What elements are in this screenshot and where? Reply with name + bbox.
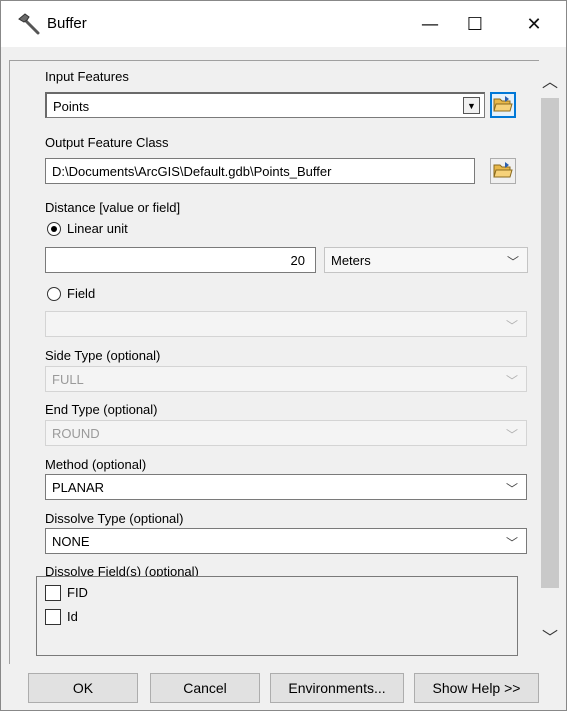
environments-button[interactable]: Environments...	[270, 673, 404, 703]
field-radio[interactable]	[47, 287, 61, 301]
id-checkbox[interactable]	[45, 609, 61, 625]
input-features-value: Points	[53, 99, 90, 114]
dissolve-fields-list[interactable]: FID Id	[36, 576, 518, 656]
scroll-down-button[interactable]: ﹀	[539, 624, 561, 647]
method-label: Method (optional)	[45, 457, 147, 472]
vertical-scrollbar[interactable]: ︿ ﹀	[539, 60, 561, 650]
field-radio-label: Field	[67, 286, 96, 301]
output-feature-class-value: D:\Documents\ArcGIS\Default.gdb\Points_B…	[52, 164, 332, 179]
side-type-value: FULL	[52, 372, 84, 387]
title-bar[interactable]: Buffer — ☐ ✕	[1, 1, 566, 47]
side-type-select[interactable]: FULL ﹀	[45, 366, 527, 392]
chevron-down-icon: ﹀	[505, 536, 518, 550]
minimize-button[interactable]: —	[407, 1, 453, 47]
maximize-button[interactable]: ☐	[452, 1, 498, 47]
chevron-down-icon: ﹀	[541, 628, 558, 647]
input-features-browse-button[interactable]	[490, 92, 516, 118]
linear-unit-value: Meters	[331, 253, 371, 268]
end-type-value: ROUND	[52, 426, 100, 441]
method-select[interactable]: PLANAR ﹀	[45, 474, 527, 500]
output-feature-class-label: Output Feature Class	[45, 135, 169, 150]
chevron-down-icon: ﹀	[505, 428, 518, 442]
end-type-select[interactable]: ROUND ﹀	[45, 420, 527, 446]
distance-label: Distance [value or field]	[45, 200, 181, 215]
linear-unit-select[interactable]: Meters ﹀	[324, 247, 528, 273]
dissolve-type-label: Dissolve Type (optional)	[45, 511, 184, 526]
distance-value: 20	[290, 253, 305, 268]
dissolve-type-value: NONE	[52, 534, 90, 549]
linear-unit-label: Linear unit	[67, 221, 128, 236]
fid-checkbox[interactable]	[45, 585, 61, 601]
chevron-down-icon: ﹀	[506, 255, 519, 269]
chevron-down-icon: ﹀	[505, 374, 518, 388]
output-feature-class-browse-button[interactable]	[490, 158, 516, 184]
scroll-up-button[interactable]: ︿	[539, 68, 561, 91]
input-features-dropdown-button[interactable]: ▼	[463, 97, 480, 114]
output-feature-class-input[interactable]: D:\Documents\ArcGIS\Default.gdb\Points_B…	[45, 158, 475, 184]
input-features-combo[interactable]: Points ▼	[45, 92, 485, 118]
method-value: PLANAR	[52, 480, 105, 495]
folder-open-icon	[493, 95, 513, 116]
cancel-button[interactable]: Cancel	[150, 673, 260, 703]
buffer-dialog: Buffer — ☐ ✕ Input Features Points ▼ Out…	[0, 0, 567, 711]
chevron-down-icon: ﹀	[505, 319, 518, 333]
input-features-label: Input Features	[45, 69, 129, 84]
side-type-label: Side Type (optional)	[45, 348, 161, 363]
hammer-icon	[17, 13, 41, 35]
linear-unit-radio[interactable]	[47, 222, 61, 236]
ok-button[interactable]: OK	[28, 673, 138, 703]
button-bar: OK Cancel Environments... Show Help >>	[1, 664, 566, 710]
distance-value-input[interactable]: 20	[45, 247, 316, 273]
fid-checkbox-label: FID	[67, 585, 88, 600]
scroll-thumb[interactable]	[541, 98, 559, 588]
dissolve-type-select[interactable]: NONE ﹀	[45, 528, 527, 554]
show-help-button[interactable]: Show Help >>	[414, 673, 539, 703]
chevron-up-icon: ︿	[541, 72, 558, 91]
distance-field-select[interactable]: ﹀	[45, 311, 527, 337]
close-button[interactable]: ✕	[511, 1, 557, 47]
folder-open-icon	[493, 161, 513, 182]
end-type-label: End Type (optional)	[45, 402, 158, 417]
chevron-down-icon: ﹀	[505, 482, 518, 496]
id-checkbox-label: Id	[67, 609, 78, 624]
window-title: Buffer	[47, 15, 87, 32]
